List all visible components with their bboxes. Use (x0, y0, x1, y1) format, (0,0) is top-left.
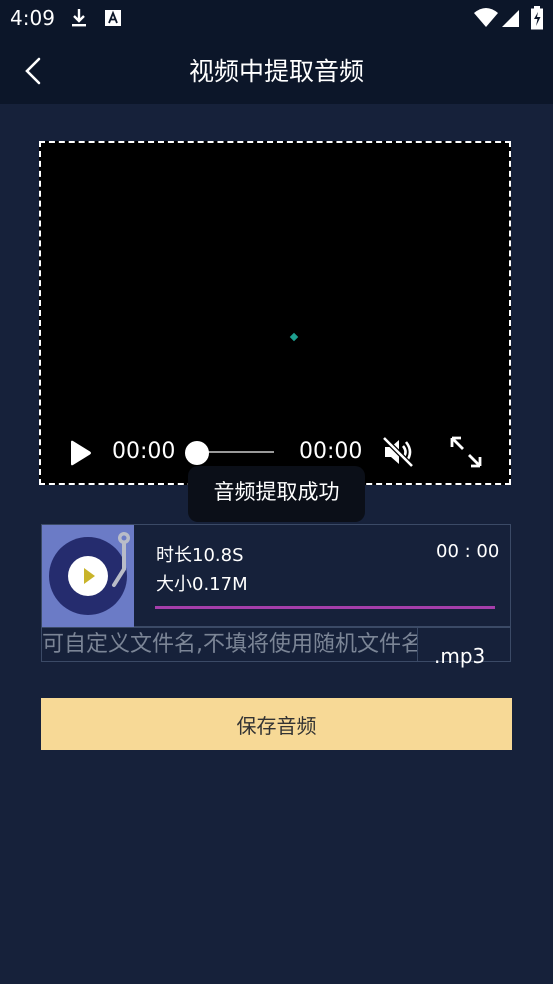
status-time: 4:09 (10, 6, 55, 30)
filename-row: .mp3 (41, 627, 511, 668)
audio-progress-bar[interactable] (155, 606, 495, 609)
audio-thumbnail[interactable] (42, 525, 134, 627)
current-time: 00:00 (112, 439, 176, 464)
seek-thumb[interactable] (185, 441, 209, 465)
wifi-icon (474, 8, 498, 32)
a-notification-icon (104, 8, 122, 32)
save-audio-button[interactable]: 保存音频 (41, 698, 512, 750)
toast-message: 音频提取成功 (188, 466, 365, 522)
fullscreen-button[interactable] (449, 435, 483, 473)
duration-label: 时长10.8S (156, 545, 244, 566)
signal-icon (502, 8, 520, 32)
play-icon (71, 440, 91, 466)
page-title: 视频中提取音频 (188, 57, 364, 86)
total-time: 00:00 (299, 439, 363, 464)
audio-card: 时长10.8S 大小0.17M 00 : 00 (41, 524, 511, 627)
fullscreen-icon (450, 436, 482, 468)
video-player[interactable]: 00:00 00:00 (39, 141, 511, 485)
file-extension: .mp3 (434, 644, 486, 668)
size-label: 大小0.17M (156, 574, 248, 595)
download-icon (70, 8, 88, 32)
battery-icon (530, 6, 544, 34)
mute-button[interactable] (381, 435, 415, 473)
mute-icon (382, 436, 414, 468)
record-player-icon (49, 532, 130, 615)
seek-bar[interactable] (198, 451, 274, 453)
audio-play-time: 00 : 00 (436, 541, 500, 562)
app-bar: 视频中提取音频 (0, 36, 553, 104)
video-frame-dot (289, 332, 299, 342)
filename-input[interactable] (42, 628, 418, 661)
status-bar: 4:09 (0, 0, 553, 36)
play-button[interactable] (67, 439, 93, 471)
